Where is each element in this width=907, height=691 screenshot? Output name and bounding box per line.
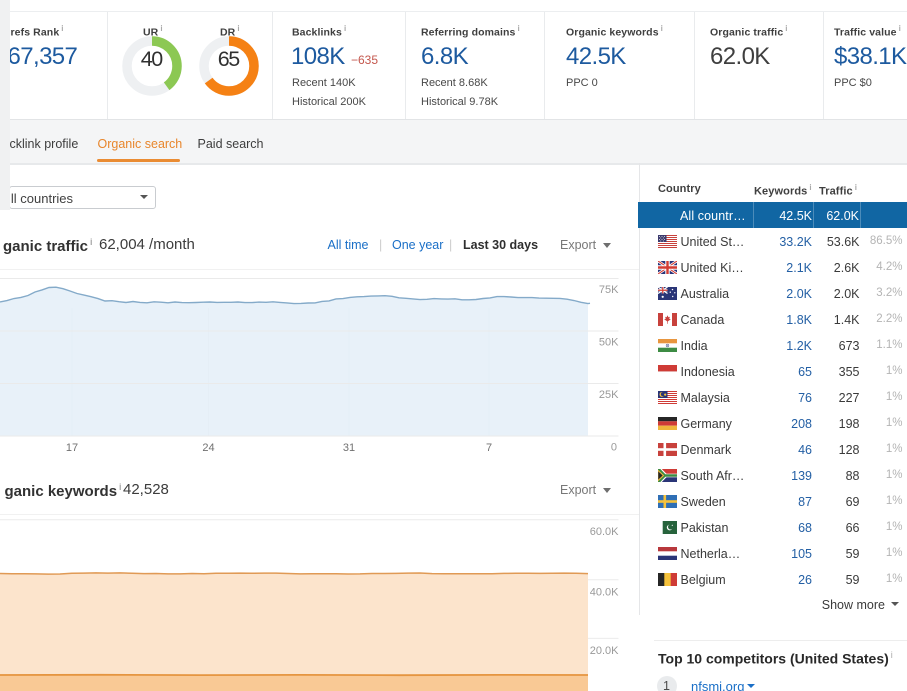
svg-text:65: 65 bbox=[218, 47, 241, 71]
svg-text:60.0K: 60.0K bbox=[590, 526, 619, 538]
svg-text:75K: 75K bbox=[599, 284, 619, 296]
svg-text:7: 7 bbox=[486, 442, 492, 454]
svg-text:25K: 25K bbox=[599, 389, 619, 401]
svg-text:20.0K: 20.0K bbox=[590, 645, 619, 657]
svg-text:50K: 50K bbox=[599, 337, 619, 349]
svg-text:24: 24 bbox=[202, 442, 214, 454]
svg-text:17: 17 bbox=[66, 442, 78, 454]
svg-text:0: 0 bbox=[611, 442, 617, 454]
svg-text:40: 40 bbox=[141, 47, 164, 71]
svg-text:40.0K: 40.0K bbox=[590, 586, 619, 598]
svg-text:31: 31 bbox=[343, 442, 355, 454]
